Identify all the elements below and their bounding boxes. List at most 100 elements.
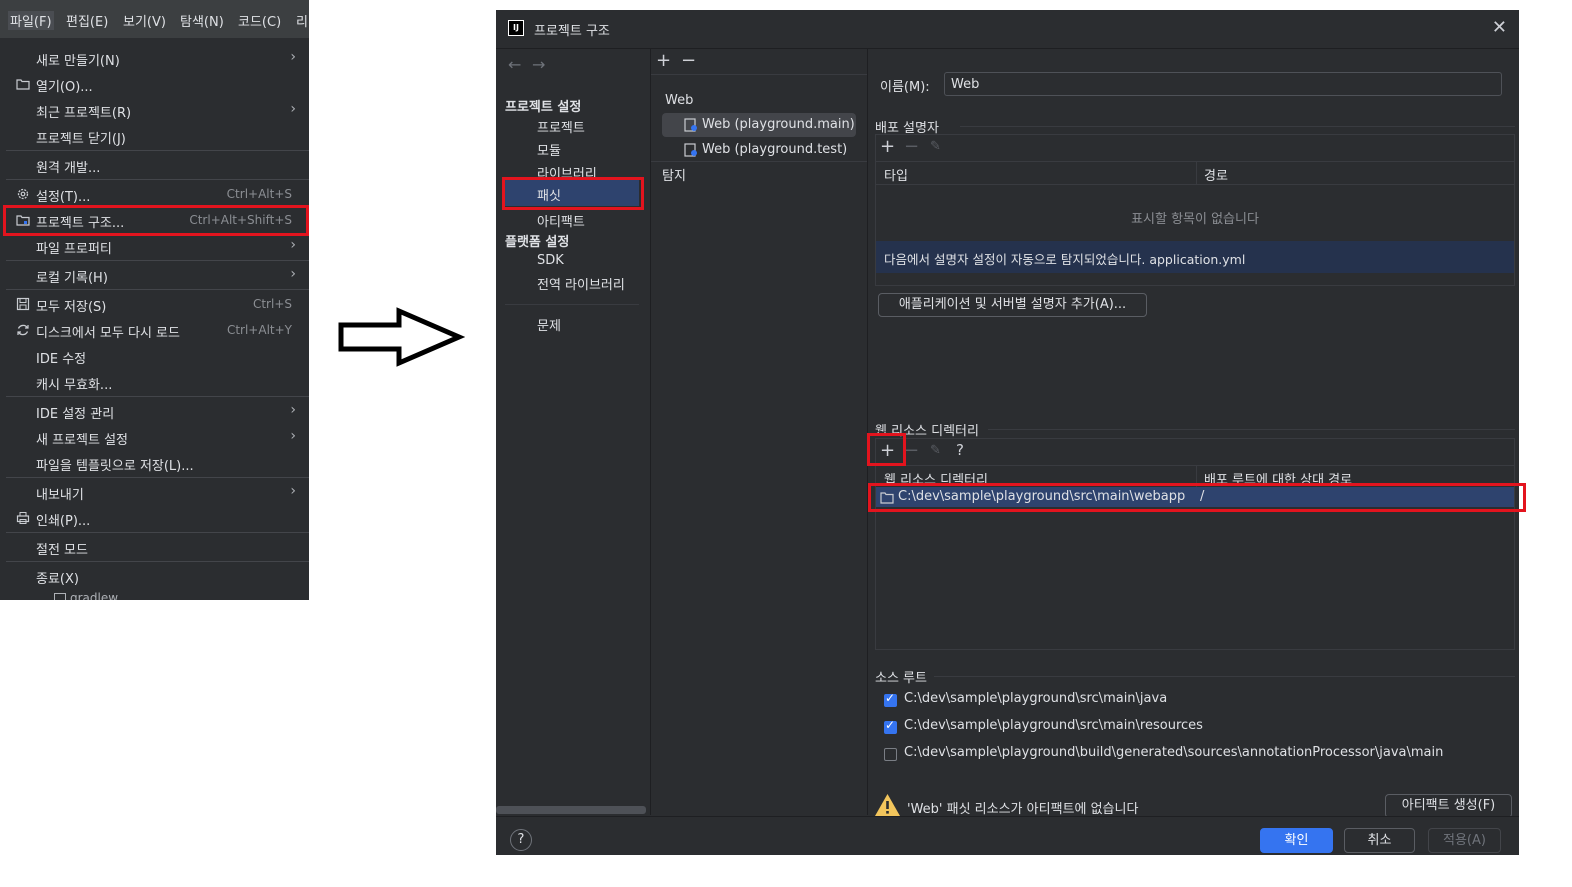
add-icon[interactable]: +	[880, 136, 895, 157]
right-arrow-icon	[338, 307, 465, 367]
list-separator	[651, 161, 867, 162]
menu-refactor[interactable]: 리	[296, 11, 308, 30]
menu-code[interactable]: 코드(C)	[238, 11, 281, 30]
forward-arrow-icon[interactable]: →	[532, 55, 545, 74]
sidebar-heading-project-settings: 프로젝트 설정	[505, 100, 582, 115]
menu-item-label: 종료(X)	[36, 572, 79, 587]
source-root-checkbox[interactable]	[884, 718, 897, 734]
menu-item-print[interactable]: 인쇄(P)...	[6, 506, 306, 530]
menu-item-file-properties[interactable]: 파일 프로퍼티 ›	[6, 234, 306, 258]
menu-item-recent[interactable]: 최근 프로젝트(R) ›	[6, 98, 306, 122]
sidebar-heading-platform-settings: 플랫폼 설정	[505, 235, 570, 250]
menu-item-label: 디스크에서 모두 다시 로드	[36, 326, 180, 341]
menu-edit[interactable]: 편집(E)	[66, 11, 108, 30]
menu-item-new[interactable]: 새로 만들기(N) ›	[6, 46, 306, 70]
menu-separator	[6, 289, 309, 290]
background-file-label: gradlew	[54, 591, 118, 600]
menu-file[interactable]: 파일(F)	[8, 11, 54, 30]
source-root-path: C:\dev\sample\playground\src\main\resour…	[904, 718, 1203, 733]
facet-item-label: Web (playground.test)	[702, 142, 848, 157]
facet-item-web-test[interactable]: Web (playground.test)	[662, 138, 856, 162]
menu-item-label: 새 프로젝트 설정	[36, 433, 128, 448]
edit-icon[interactable]: ✎	[930, 139, 941, 154]
shortcut-label: Ctrl+S	[252, 297, 292, 311]
highlight-box	[3, 205, 309, 236]
source-root-checkbox[interactable]	[884, 748, 897, 761]
facet-item-label: Web (playground.main)	[702, 117, 855, 132]
add-icon[interactable]: +	[656, 50, 671, 71]
menu-item-label: 내보내기	[36, 488, 84, 503]
menu-separator	[6, 260, 309, 261]
menu-item-label: 최근 프로젝트(R)	[36, 106, 132, 121]
sidebar-item-project[interactable]: 프로젝트	[537, 117, 585, 136]
menu-item-exit[interactable]: 종료(X)	[6, 564, 306, 588]
file-icon	[54, 593, 66, 600]
apply-button[interactable]: 적용(A)	[1428, 828, 1501, 853]
sidebar-item-global-libraries[interactable]: 전역 라이브러리	[537, 274, 625, 293]
back-arrow-icon[interactable]: ←	[508, 55, 521, 74]
settings-sidebar: ← → 프로젝트 설정 프로젝트 모듈 라이브러리 패싯 아티팩트 플랫폼 설정…	[496, 49, 651, 815]
menu-view[interactable]: 보기(V)	[123, 11, 166, 30]
ok-button[interactable]: 확인	[1260, 828, 1333, 853]
menu-item-label: 프로젝트 닫기(J)	[36, 132, 126, 147]
column-path[interactable]: 경로	[1204, 165, 1228, 184]
cancel-button[interactable]: 취소	[1344, 828, 1415, 853]
help-button[interactable]: ?	[510, 829, 532, 851]
menu-item-label: 캐시 무효화...	[36, 378, 113, 393]
sidebar-item-problems[interactable]: 문제	[537, 315, 561, 334]
help-icon[interactable]: ?	[956, 441, 964, 459]
shortcut-label: Ctrl+Alt+Y	[226, 323, 292, 337]
menu-item-ide-fix[interactable]: IDE 수정	[6, 344, 306, 368]
sidebar-item-modules[interactable]: 모듈	[537, 140, 561, 159]
menu-item-label: 모두 저장(S)	[36, 300, 107, 315]
web-resource-table: + − ✎ ? 웹 리소스 디렉터리 배포 루트에 대한 상대 경로 C:\de…	[875, 438, 1515, 650]
sidebar-item-artifacts[interactable]: 아티팩트	[537, 211, 585, 230]
menu-item-power-save[interactable]: 절전 모드	[6, 535, 306, 559]
horizontal-scrollbar[interactable]	[496, 806, 646, 814]
remove-icon[interactable]: −	[904, 136, 919, 157]
facet-item-web-main[interactable]: Web (playground.main)	[662, 113, 856, 137]
menu-item-invalidate-caches[interactable]: 캐시 무효화...	[6, 370, 306, 394]
menu-item-save-as-template[interactable]: 파일을 템플릿으로 저장(L)...	[6, 451, 306, 475]
menu-item-local-history[interactable]: 로컬 기록(H) ›	[6, 263, 306, 287]
chevron-right-icon: ›	[290, 483, 296, 499]
highlight-box	[868, 483, 1526, 512]
source-roots-list: C:\dev\sample\playground\src\main\java C…	[875, 685, 1515, 777]
menu-item-ide-settings[interactable]: IDE 설정 관리 ›	[6, 399, 306, 423]
menu-separator	[6, 396, 309, 397]
gear-icon	[17, 188, 29, 200]
highlight-box	[867, 433, 906, 466]
folder-icon	[16, 79, 30, 90]
menu-item-save-all[interactable]: 모두 저장(S) Ctrl+S	[6, 292, 306, 316]
menu-item-export[interactable]: 내보내기 ›	[6, 480, 306, 504]
background-file-name: gradlew	[70, 591, 119, 600]
intellij-logo-icon: IJ	[508, 20, 524, 36]
menu-item-label: 로컬 기록(H)	[36, 271, 108, 286]
sidebar-item-sdk[interactable]: SDK	[537, 253, 564, 268]
facet-group-web[interactable]: Web	[665, 93, 693, 108]
create-artifact-button[interactable]: 아티팩트 생성(F)	[1385, 794, 1512, 818]
source-root-path: C:\dev\sample\playground\src\main\java	[904, 691, 1168, 706]
source-root-checkbox[interactable]	[884, 691, 897, 707]
menu-navigate[interactable]: 탐색(N)	[180, 11, 224, 30]
menu-item-remote-dev[interactable]: 원격 개발...	[6, 153, 306, 177]
column-type[interactable]: 타입	[884, 165, 908, 184]
close-icon[interactable]: ✕	[1492, 17, 1507, 38]
source-root-path: C:\dev\sample\playground\build\generated…	[904, 745, 1444, 760]
menu-item-open[interactable]: 열기(O)...	[6, 72, 306, 96]
menu-separator	[6, 561, 309, 562]
remove-icon[interactable]: −	[904, 440, 919, 461]
chevron-right-icon: ›	[290, 266, 296, 282]
add-descriptor-button[interactable]: 애플리케이션 및 서버별 설명자 추가(A)...	[878, 293, 1147, 317]
menu-item-label: 인쇄(P)...	[36, 514, 91, 529]
menu-item-reload[interactable]: 디스크에서 모두 다시 로드 Ctrl+Alt+Y	[6, 318, 306, 342]
menu-item-new-project-settings[interactable]: 새 프로젝트 설정 ›	[6, 425, 306, 449]
menu-item-close-project[interactable]: 프로젝트 닫기(J)	[6, 124, 306, 148]
menu-item-settings[interactable]: 설정(T)... Ctrl+Alt+S	[6, 182, 306, 206]
menu-item-label: 열기(O)...	[36, 80, 93, 95]
remove-icon[interactable]: −	[681, 50, 696, 71]
detection-item[interactable]: 탐지	[662, 165, 686, 184]
edit-icon[interactable]: ✎	[930, 443, 941, 458]
name-input[interactable]	[944, 72, 1502, 96]
file-menu: 파일(F) 편집(E) 보기(V) 탐색(N) 코드(C) 리 새로 만들기(N…	[0, 0, 309, 600]
